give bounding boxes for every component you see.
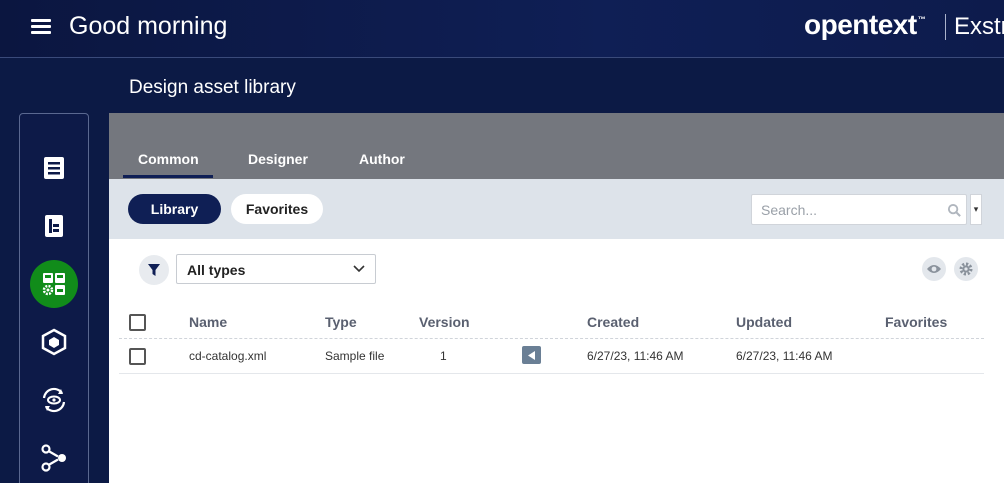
preview-toggle-button[interactable] xyxy=(922,257,946,281)
workflow-icon xyxy=(41,444,66,472)
product-name: Exstr xyxy=(954,13,1004,40)
search-input[interactable] xyxy=(761,200,941,220)
search-options-dropdown[interactable]: ▾ xyxy=(970,194,982,225)
cube-icon xyxy=(41,328,67,356)
document-tree-icon xyxy=(45,215,63,237)
left-nav-rail xyxy=(19,113,89,483)
nav-document-tree-button[interactable] xyxy=(30,202,78,250)
list-icon xyxy=(44,157,64,179)
select-all-checkbox[interactable] xyxy=(129,314,146,331)
cell-updated: 6/27/23, 11:46 AM xyxy=(736,349,833,363)
filter-icon xyxy=(148,264,160,276)
type-filter-value: All types xyxy=(187,262,246,278)
tab-bar: Common Designer Author xyxy=(109,113,1004,179)
column-header-updated[interactable]: Updated xyxy=(736,314,792,330)
chevron-down-icon xyxy=(353,265,365,273)
cell-created: 6/27/23, 11:46 AM xyxy=(587,349,684,363)
nav-cube-button[interactable] xyxy=(30,318,78,366)
column-header-type[interactable]: Type xyxy=(325,314,357,330)
column-header-version[interactable]: Version xyxy=(419,314,470,330)
filter-button[interactable] xyxy=(139,255,169,285)
cell-version: 1 xyxy=(440,349,447,363)
dashboard-settings-icon xyxy=(42,273,65,296)
favorites-toggle-button[interactable]: Favorites xyxy=(231,194,323,224)
column-header-name[interactable]: Name xyxy=(189,314,227,330)
gear-icon xyxy=(959,262,973,276)
eye-icon xyxy=(927,265,941,273)
settings-button[interactable] xyxy=(954,257,978,281)
search-icon[interactable] xyxy=(947,203,962,218)
tab-designer[interactable]: Designer xyxy=(248,151,308,167)
brand-name: opentext xyxy=(804,9,917,40)
type-filter-select[interactable]: All types xyxy=(176,254,376,284)
brand-divider xyxy=(945,14,946,40)
opentext-logo: opentext™ xyxy=(804,9,926,41)
library-toggle-button[interactable]: Library xyxy=(128,194,221,224)
active-tab-indicator xyxy=(123,175,213,178)
cell-name[interactable]: cd-catalog.xml xyxy=(189,349,266,363)
asset-library-panel: Common Designer Author Library Favorites… xyxy=(109,113,1004,483)
eye-cycle-icon xyxy=(42,387,66,413)
table-header: Name Type Version Created Updated Favori… xyxy=(119,305,984,339)
row-select-checkbox[interactable] xyxy=(129,348,146,365)
library-toolbar: Library Favorites ▾ xyxy=(109,179,1004,239)
nav-dashboard-button[interactable] xyxy=(30,260,78,308)
top-bar: Good morning opentext™ Exstr xyxy=(0,0,1004,58)
nav-preview-button[interactable] xyxy=(30,376,78,424)
greeting-text: Good morning xyxy=(69,12,228,40)
column-header-favorites[interactable]: Favorites xyxy=(885,314,947,330)
page-title: Design asset library xyxy=(129,77,296,98)
tab-common[interactable]: Common xyxy=(138,151,199,167)
version-history-button[interactable] xyxy=(522,346,541,364)
hamburger-menu-icon[interactable] xyxy=(31,19,51,35)
nav-workflow-button[interactable] xyxy=(30,434,78,482)
caret-left-icon xyxy=(527,350,535,360)
cell-type: Sample file xyxy=(325,349,385,363)
search-box xyxy=(751,194,967,225)
tab-author[interactable]: Author xyxy=(359,151,405,167)
trademark-mark: ™ xyxy=(917,15,926,24)
column-header-created[interactable]: Created xyxy=(587,314,639,330)
table-row[interactable]: cd-catalog.xml Sample file 1 6/27/23, 11… xyxy=(119,339,984,374)
nav-list-button[interactable] xyxy=(30,144,78,192)
